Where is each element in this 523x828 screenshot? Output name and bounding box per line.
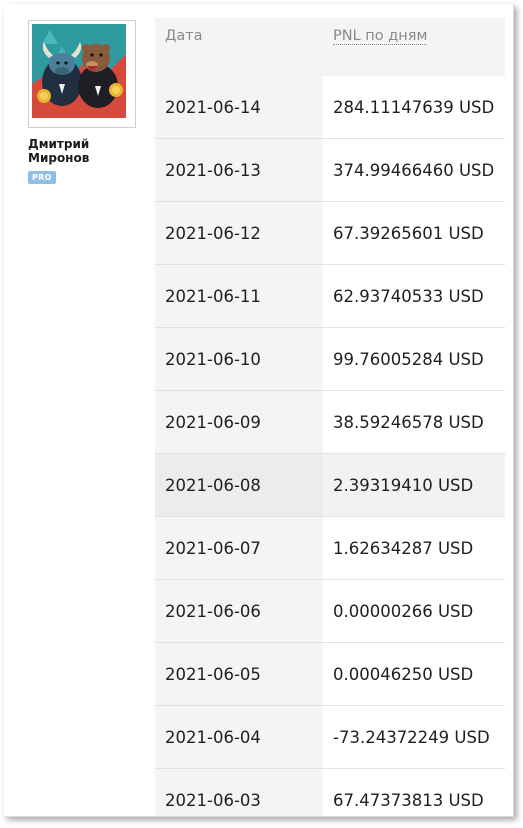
pro-badge: PRO [28, 171, 56, 184]
pnl-cell: 0.00000266 USD [323, 579, 505, 643]
pnl-column-header[interactable]: PNL по дням [323, 18, 505, 76]
user-profile: Дмитрий Миронов PRO [28, 20, 138, 184]
date-cell: 2021-06-11 [155, 264, 323, 328]
pnl-cell: 374.99466460 USD [323, 138, 505, 202]
pnl-column-label[interactable]: PNL по дням [333, 28, 428, 45]
table-row: 2021-06-08 2.39319410 USD [155, 453, 505, 517]
pnl-cell: 99.76005284 USD [323, 327, 505, 391]
table-row: 2021-06-14 284.11147639 USD [155, 76, 505, 139]
date-cell: 2021-06-06 [155, 579, 323, 643]
pnl-cell: 38.59246578 USD [323, 390, 505, 454]
table-row: 2021-06-06 0.00000266 USD [155, 579, 505, 643]
date-cell: 2021-06-04 [155, 705, 323, 769]
pnl-cell: 67.39265601 USD [323, 201, 505, 265]
pnl-table: Дата PNL по дням 2021-06-14 284.11147639 … [155, 18, 505, 816]
pnl-cell: 62.93740533 USD [323, 264, 505, 328]
avatar[interactable] [28, 20, 136, 128]
date-column-header: Дата [155, 18, 323, 76]
pnl-cell: 0.00046250 USD [323, 642, 505, 706]
table-row: 2021-06-04 -73.24372249 USD [155, 705, 505, 769]
bull-and-bear-avatar-icon [32, 24, 126, 118]
pnl-cell: 2.39319410 USD [323, 453, 505, 517]
pnl-cell: 284.11147639 USD [323, 76, 505, 139]
date-cell: 2021-06-03 [155, 768, 323, 816]
table-row: 2021-06-09 38.59246578 USD [155, 390, 505, 454]
date-cell: 2021-06-07 [155, 516, 323, 580]
table-row: 2021-06-07 1.62634287 USD [155, 516, 505, 580]
date-cell: 2021-06-08 [155, 453, 323, 517]
user-name[interactable]: Дмитрий Миронов [28, 137, 128, 165]
table-body: 2021-06-14 284.11147639 USD 2021-06-13 374.… [155, 76, 505, 816]
table-row: 2021-06-12 67.39265601 USD [155, 201, 505, 265]
date-cell: 2021-06-05 [155, 642, 323, 706]
date-cell: 2021-06-14 [155, 76, 323, 139]
date-column-label: Дата [165, 28, 203, 44]
table-row: 2021-06-10 99.76005284 USD [155, 327, 505, 391]
pnl-cell: -73.24372249 USD [323, 705, 505, 769]
date-cell: 2021-06-13 [155, 138, 323, 202]
table-row: 2021-06-13 374.99466460 USD [155, 138, 505, 202]
date-cell: 2021-06-09 [155, 390, 323, 454]
table-row: 2021-06-03 67.47373813 USD [155, 768, 505, 816]
date-cell: 2021-06-12 [155, 201, 323, 265]
pnl-cell: 67.47373813 USD [323, 768, 505, 816]
date-cell: 2021-06-10 [155, 327, 323, 391]
table-row: 2021-06-05 0.00046250 USD [155, 642, 505, 706]
pnl-cell: 1.62634287 USD [323, 516, 505, 580]
screenshot-frame: Дмитрий Миронов PRO Дата PNL по дням 202… [4, 4, 514, 817]
table-row: 2021-06-11 62.93740533 USD [155, 264, 505, 328]
table-header-row: Дата PNL по дням [155, 18, 505, 76]
